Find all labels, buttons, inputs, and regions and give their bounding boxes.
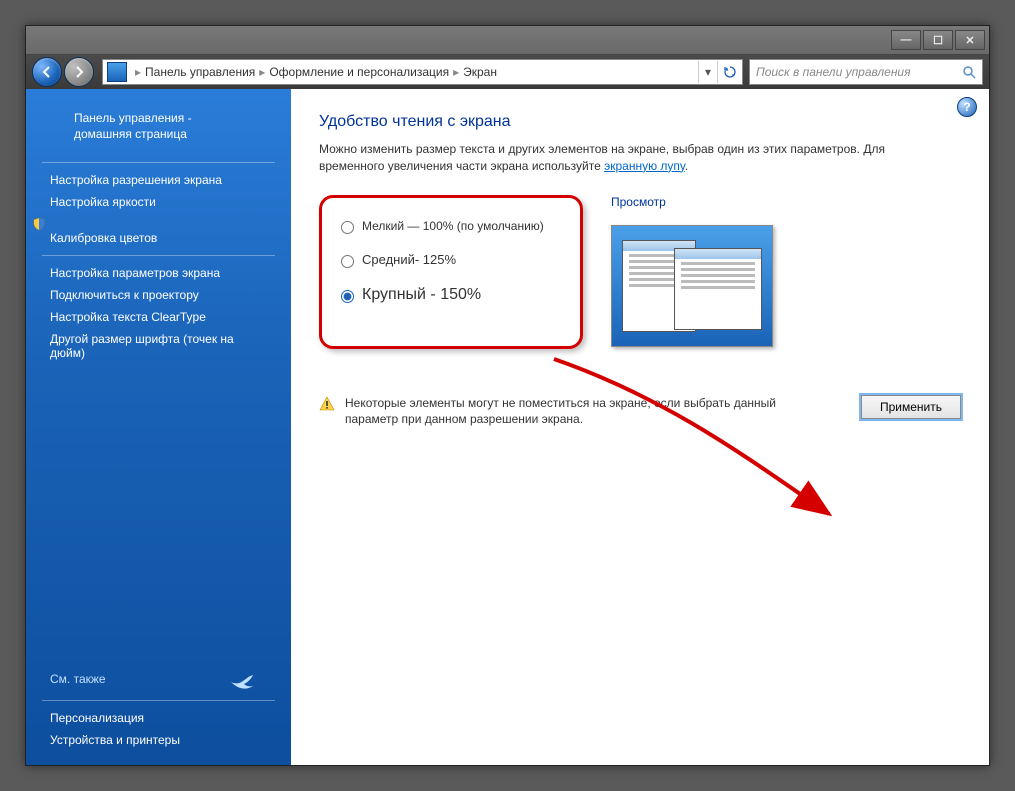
page-title: Удобство чтения с экрана	[319, 113, 961, 131]
magnifier-link[interactable]: экранную лупу	[604, 159, 685, 173]
control-panel-icon	[107, 62, 127, 82]
sidebar-home-link[interactable]: Панель управления - домашняя страница	[50, 107, 271, 146]
radio-medium[interactable]: Средний- 125%	[336, 252, 566, 268]
desc-text: Можно изменить размер текста и других эл…	[319, 142, 885, 173]
chevron-right-icon: ▸	[453, 65, 459, 79]
preview-label: Просмотр	[611, 195, 773, 209]
maximize-button[interactable]: ☐	[923, 30, 953, 50]
breadcrumb-leaf[interactable]: Экран	[463, 65, 497, 79]
navbar: ▸ Панель управления ▸ Оформление и персо…	[26, 55, 989, 90]
see-also-devices[interactable]: Устройства и принтеры	[26, 729, 291, 751]
size-options-group: Мелкий — 100% (по умолчанию) Средний- 12…	[319, 195, 583, 349]
breadcrumb[interactable]: ▸ Панель управления ▸ Оформление и персо…	[102, 59, 743, 85]
warning-text: Некоторые элементы могут не поместиться …	[345, 395, 795, 427]
close-button[interactable]: ✕	[955, 30, 985, 50]
warning-row: Некоторые элементы могут не поместиться …	[319, 395, 961, 427]
shield-icon	[32, 217, 46, 231]
chevron-right-icon: ▸	[259, 65, 265, 79]
bird-icon	[229, 668, 257, 690]
sidebar: Панель управления - домашняя страница На…	[26, 89, 291, 765]
breadcrumb-mid[interactable]: Оформление и персонализация	[269, 65, 449, 79]
help-button[interactable]: ?	[957, 97, 977, 117]
divider	[42, 255, 275, 256]
sidebar-item-projector[interactable]: Подключиться к проектору	[26, 284, 291, 306]
main-panel: ? Удобство чтения с экрана Можно изменит…	[291, 89, 989, 765]
preview-image	[611, 225, 773, 347]
preview-window-icon	[674, 248, 762, 330]
search-input[interactable]: Поиск в панели управления	[749, 59, 983, 85]
warning-icon	[319, 396, 335, 412]
search-icon	[962, 65, 976, 79]
refresh-button[interactable]	[717, 61, 742, 83]
see-also-personalization[interactable]: Персонализация	[26, 707, 291, 729]
minimize-button[interactable]: —	[891, 30, 921, 50]
sidebar-item-cleartype[interactable]: Настройка текста ClearType	[26, 306, 291, 328]
breadcrumb-dropdown[interactable]: ▾	[698, 61, 717, 83]
radio-label: Мелкий — 100% (по умолчанию)	[362, 219, 544, 233]
back-button[interactable]	[32, 57, 62, 87]
chevron-right-icon: ▸	[135, 65, 141, 79]
radio-small-input[interactable]	[341, 221, 354, 234]
page-description: Можно изменить размер текста и других эл…	[319, 141, 939, 175]
sidebar-item-brightness[interactable]: Настройка яркости	[26, 191, 291, 213]
sidebar-item-dpi[interactable]: Другой размер шрифта (точек на дюйм)	[26, 328, 291, 364]
see-also-label: См. также	[50, 672, 106, 686]
sidebar-item-label: Калибровка цветов	[50, 231, 157, 245]
breadcrumb-root[interactable]: Панель управления	[145, 65, 255, 79]
search-placeholder: Поиск в панели управления	[756, 65, 911, 79]
apply-button[interactable]: Применить	[861, 395, 961, 419]
desc-text-end: .	[685, 159, 688, 173]
radio-large[interactable]: Крупный - 150%	[336, 286, 566, 304]
forward-button[interactable]	[64, 57, 94, 87]
divider	[42, 700, 275, 701]
sidebar-item-calibrate[interactable]: Калибровка цветов	[26, 213, 291, 249]
radio-large-input[interactable]	[341, 290, 354, 303]
preview-section: Просмотр	[611, 195, 773, 347]
sidebar-item-resolution[interactable]: Настройка разрешения экрана	[26, 169, 291, 191]
radio-label: Средний- 125%	[362, 252, 456, 267]
titlebar: — ☐ ✕	[26, 26, 989, 55]
radio-medium-input[interactable]	[341, 255, 354, 268]
sidebar-item-display-params[interactable]: Настройка параметров экрана	[26, 262, 291, 284]
radio-label: Крупный - 150%	[362, 286, 481, 304]
divider	[42, 162, 275, 163]
see-also-heading: См. также	[26, 664, 291, 694]
radio-small[interactable]: Мелкий — 100% (по умолчанию)	[336, 218, 566, 234]
